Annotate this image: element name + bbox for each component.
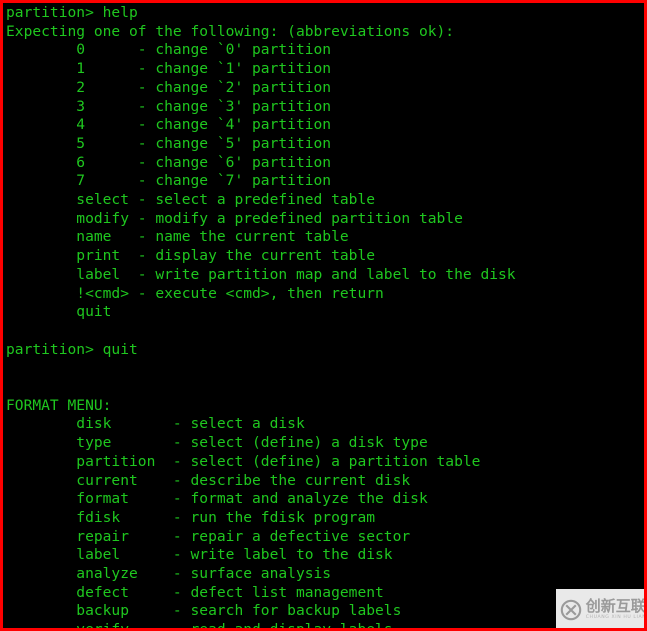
terminal-line: fdisk - run the fdisk program (6, 508, 376, 526)
terminal-line: 4 - change `4' partition (6, 116, 332, 134)
terminal-line: !<cmd> - execute <cmd>, then return (6, 284, 384, 302)
terminal-line: format - format and analyze the disk (6, 490, 428, 508)
watermark-chinese: 创新互联 (585, 597, 646, 616)
terminal-line: modify - modify a predefined partition t… (6, 209, 463, 227)
terminal-line: analyze - surface analysis (6, 565, 332, 583)
terminal-output[interactable]: partition> help Expecting one of the foll… (3, 3, 644, 628)
terminal-line: label - write partition map and label to… (6, 265, 516, 283)
terminal-line: print - display the current table (6, 247, 376, 265)
terminal-window: partition> help Expecting one of the foll… (0, 0, 647, 631)
terminal-line: quit (6, 303, 112, 321)
terminal-line: 1 - change `1' partition (6, 60, 332, 78)
watermark-pinyin: CHUANG XIN HU LIAN (585, 615, 647, 621)
terminal-line: Expecting one of the following: (abbrevi… (6, 22, 455, 40)
terminal-line: current - describe the current disk (6, 471, 411, 489)
watermark: 创新互联 CHUANG XIN HU LIAN (556, 589, 647, 628)
terminal-line: repair - repair a defective sector (6, 527, 411, 545)
terminal-line: 7 - change `7' partition (6, 172, 332, 190)
terminal-line: 5 - change `5' partition (6, 134, 332, 152)
terminal-line: partition - select (define) a partition … (6, 452, 481, 470)
terminal-line: 0 - change `0' partition (6, 41, 332, 59)
terminal-line: type - select (define) a disk type (6, 434, 428, 452)
terminal-line: 3 - change `3' partition (6, 97, 332, 115)
circled-x-icon (560, 599, 582, 621)
terminal-line: name - name the current table (6, 228, 349, 246)
terminal-line: FORMAT MENU: (6, 396, 112, 414)
terminal-line: verify - read and display labels (6, 621, 644, 628)
terminal-line: partition> quit (6, 340, 138, 358)
terminal-line: 6 - change `6' partition (6, 153, 332, 171)
terminal-line: defect - defect list management (6, 583, 384, 601)
terminal-line: backup - search for backup labels (6, 602, 402, 620)
terminal-line: partition> help (6, 4, 138, 21)
terminal-line: select - select a predefined table (6, 191, 376, 209)
terminal-line: 2 - change `2' partition (6, 78, 332, 96)
watermark-text: 创新互联 CHUANG XIN HU LIAN (585, 597, 647, 621)
terminal-line: label - write label to the disk (6, 546, 393, 564)
terminal-line: disk - select a disk (6, 415, 305, 433)
